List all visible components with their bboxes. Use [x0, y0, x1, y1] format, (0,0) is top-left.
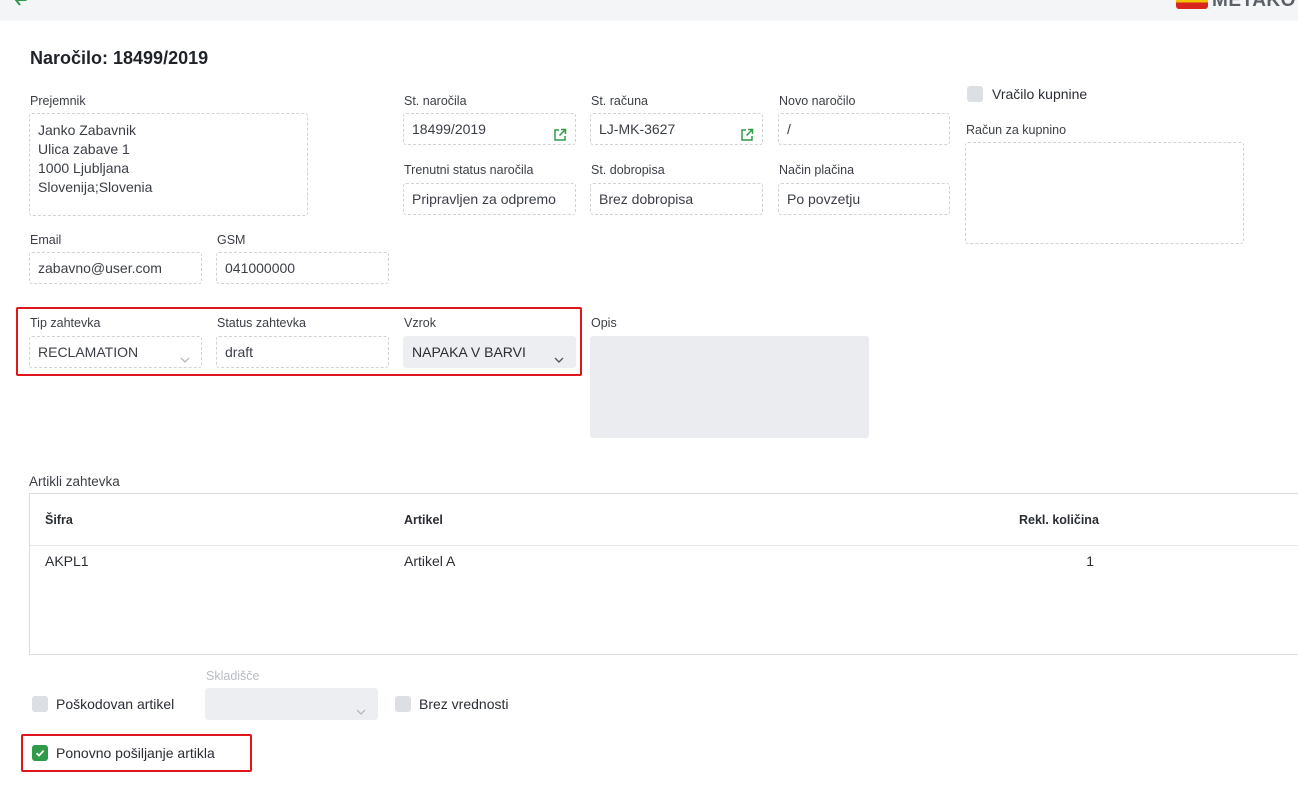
- no-value-checkbox[interactable]: [395, 696, 411, 712]
- chevron-down-icon: [355, 698, 367, 715]
- cell-article: Artikel A: [404, 553, 456, 569]
- resend-checkbox-label: Ponovno pošiljanje artikla: [56, 745, 215, 761]
- damaged-checkbox[interactable]: [32, 696, 48, 712]
- gsm-field[interactable]: 041000000: [216, 252, 389, 284]
- payment-method-field[interactable]: Po povzetju: [778, 183, 950, 215]
- recipient-line: 1000 Ljubljana: [38, 160, 130, 176]
- refund-invoice-label: Račun za kupnino: [966, 123, 1067, 137]
- email-field[interactable]: zabavno@user.com: [29, 252, 202, 284]
- cause-label: Vzrok: [404, 316, 436, 330]
- cause-select[interactable]: NAPAKA V BARVI: [403, 336, 576, 368]
- gsm-label: GSM: [217, 233, 246, 247]
- cell-quantity: 1: [1086, 553, 1094, 569]
- new-order-field[interactable]: /: [778, 113, 950, 145]
- external-link-icon[interactable]: [553, 122, 567, 141]
- new-order-label: Novo naročilo: [779, 94, 856, 108]
- order-number-label: St. naročila: [404, 94, 467, 108]
- request-status-field[interactable]: draft: [216, 336, 389, 368]
- page-title: Naročilo: 18499/2019: [30, 48, 209, 68]
- order-status-label: Trenutni status naročila: [404, 163, 534, 177]
- recipient-label: Prejemnik: [30, 94, 86, 108]
- request-type-value: RECLAMATION: [38, 344, 139, 360]
- recipient-line: Ulica zabave 1: [38, 141, 130, 157]
- top-bar: METAKO: [0, 0, 1298, 21]
- credit-note-label: St. dobropisa: [591, 163, 665, 177]
- logo-mark: [1176, 0, 1208, 9]
- invoice-number-value: LJ-MK-3627: [599, 121, 676, 137]
- column-header-quantity[interactable]: Rekl. količina: [1019, 513, 1099, 527]
- resend-checkbox[interactable]: [32, 745, 48, 761]
- items-table: Šifra Artikel Rekl. količina AKPL1 Artik…: [29, 493, 1298, 655]
- chevron-down-icon: [179, 346, 191, 363]
- recipient-field[interactable]: Janko Zabavnik Ulica zabave 1 1000 Ljubl…: [29, 113, 308, 216]
- no-value-checkbox-label: Brez vrednosti: [419, 696, 509, 712]
- refund-invoice-field[interactable]: [965, 142, 1244, 244]
- request-status-label: Status zahtevka: [217, 316, 306, 330]
- credit-note-field[interactable]: Brez dobropisa: [590, 183, 763, 215]
- request-type-select[interactable]: RECLAMATION: [29, 336, 202, 368]
- payment-method-label: Način plačina: [779, 163, 855, 177]
- back-arrow-icon[interactable]: [14, 0, 34, 7]
- invoice-number-label: St. računa: [591, 94, 648, 108]
- email-label: Email: [30, 233, 62, 247]
- chevron-down-icon: [553, 346, 565, 363]
- cell-code: AKPL1: [45, 553, 89, 569]
- cause-value: NAPAKA V BARVI: [412, 344, 526, 360]
- order-number-value: 18499/2019: [412, 121, 486, 137]
- refund-checkbox-label: Vračilo kupnine: [992, 86, 1088, 102]
- refund-checkbox[interactable]: [967, 86, 983, 102]
- description-textarea[interactable]: [590, 336, 869, 438]
- column-header-article[interactable]: Artikel: [404, 513, 443, 527]
- column-header-code[interactable]: Šifra: [45, 513, 73, 527]
- items-section-label: Artikli zahtevka: [29, 474, 120, 489]
- order-status-field[interactable]: Pripravljen za odpremo: [403, 183, 576, 215]
- order-number-field[interactable]: 18499/2019: [403, 113, 576, 145]
- recipient-line: Janko Zabavnik: [38, 122, 137, 138]
- description-label: Opis: [591, 316, 617, 330]
- recipient-line: Slovenija;Slovenia: [38, 179, 153, 195]
- logo-text: METAKO: [1212, 0, 1296, 11]
- warehouse-select[interactable]: [205, 688, 378, 720]
- warehouse-label: Skladišče: [206, 669, 260, 683]
- invoice-number-field[interactable]: LJ-MK-3627: [590, 113, 763, 145]
- damaged-checkbox-label: Poškodovan artikel: [56, 696, 175, 712]
- company-logo: METAKO: [1174, 0, 1298, 14]
- table-divider: [30, 545, 1298, 546]
- request-type-label: Tip zahtevka: [30, 316, 101, 330]
- external-link-icon[interactable]: [740, 122, 754, 141]
- checkmark-icon: [35, 749, 45, 757]
